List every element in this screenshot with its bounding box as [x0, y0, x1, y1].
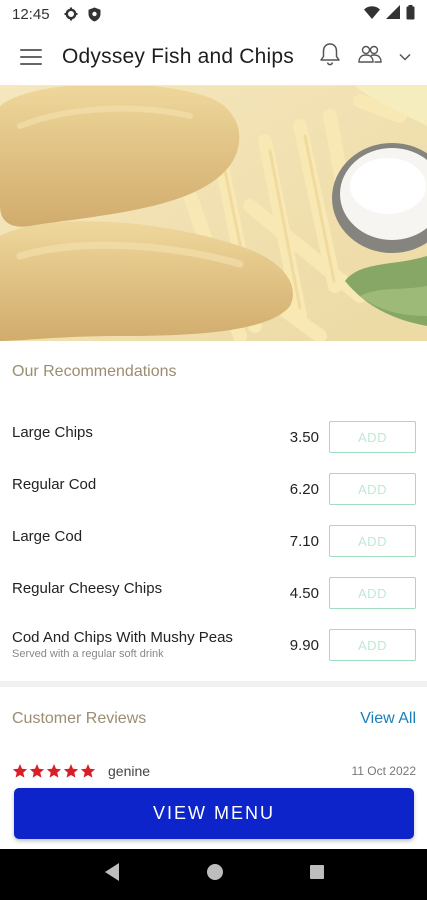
gear-icon [64, 7, 78, 21]
recents-icon[interactable] [309, 864, 325, 885]
menu-item: Regular Cheesy Chips 4.50 ADD [0, 577, 427, 617]
menu-item-price: 6.20 [289, 481, 319, 498]
add-button[interactable]: ADD [329, 421, 416, 453]
menu-item-name: Large Chips [12, 424, 93, 441]
add-button[interactable]: ADD [329, 525, 416, 557]
recommendations-heading: Our Recommendations [12, 363, 177, 380]
battery-icon [406, 4, 415, 24]
add-button[interactable]: ADD [329, 473, 416, 505]
star-icon [12, 764, 28, 778]
view-menu-button[interactable]: VIEW MENU [14, 788, 414, 839]
status-bar: 12:45 [0, 0, 427, 28]
menu-item-price: 9.90 [289, 637, 319, 654]
menu-item-name: Regular Cheesy Chips [12, 580, 163, 597]
reviews-heading: Customer Reviews [12, 710, 147, 727]
menu-item-price: 7.10 [289, 533, 319, 550]
status-time: 12:45 [12, 5, 50, 23]
menu-item-name: Large Cod [12, 528, 83, 545]
review-author: genine [108, 763, 151, 779]
menu-item-price: 4.50 [289, 585, 319, 602]
bell-icon[interactable] [319, 42, 341, 71]
menu-item-description: Served with a regular soft drink [12, 648, 164, 660]
menu-item-name: Regular Cod [12, 476, 97, 493]
add-button[interactable]: ADD [329, 577, 416, 609]
menu-item: Cod And Chips With Mushy Peas Served wit… [0, 629, 427, 669]
star-icon [29, 764, 45, 778]
review-item: genine 11 Oct 2022 [12, 760, 416, 782]
menu-item: Large Cod 7.10 ADD [0, 525, 427, 565]
add-button[interactable]: ADD [329, 629, 416, 661]
shield-icon [88, 7, 101, 22]
review-date: 11 Oct 2022 [351, 764, 417, 778]
view-all-link[interactable]: View All [360, 710, 416, 728]
menu-icon[interactable] [20, 48, 42, 65]
system-nav-bar [0, 849, 427, 900]
menu-item-price: 3.50 [289, 429, 319, 446]
chevron-down-icon[interactable] [399, 48, 411, 66]
hero-image [0, 86, 427, 341]
menu-item: Regular Cod 6.20 ADD [0, 473, 427, 513]
star-icon [46, 764, 62, 778]
star-icon [80, 764, 96, 778]
section-divider [0, 681, 427, 687]
star-rating [12, 763, 96, 779]
menu-item-name: Cod And Chips With Mushy Peas [12, 629, 233, 646]
back-icon[interactable] [103, 862, 121, 887]
people-icon[interactable] [357, 44, 383, 69]
home-icon[interactable] [206, 863, 224, 886]
menu-item: Large Chips 3.50 ADD [0, 421, 427, 461]
app-bar: Odyssey Fish and Chips [0, 28, 427, 86]
app-title: Odyssey Fish and Chips [62, 44, 294, 68]
star-icon [63, 764, 79, 778]
wifi-icon [364, 5, 380, 23]
signal-icon [386, 5, 400, 23]
